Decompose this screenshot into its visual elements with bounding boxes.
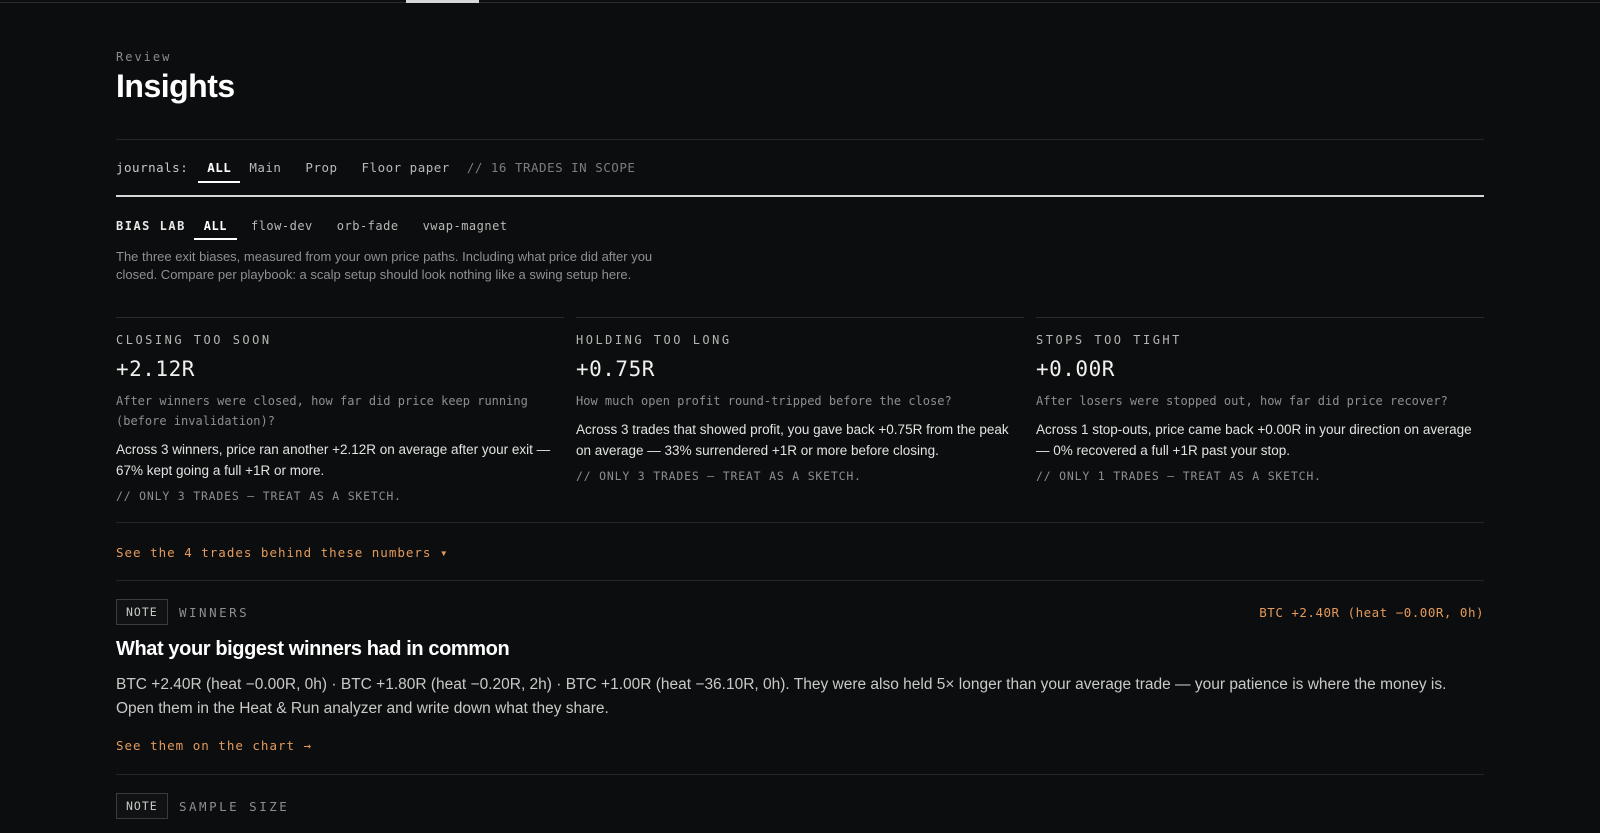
divider [116,774,1484,775]
divider [116,139,1484,140]
playbook-tab-orb-fade[interactable]: orb-fade [327,219,409,233]
section-divider [116,195,1484,197]
card-question: After winners were closed, how far did p… [116,394,528,428]
top-winner-summary: BTC +2.40R (heat −0.00R, 0h) [1259,605,1484,620]
card-value: +0.00R [1036,357,1115,381]
journal-tab-floor-paper[interactable]: Floor paper [353,160,459,175]
playbook-tab-all[interactable]: ALL [193,219,238,240]
card-note: // ONLY 1 TRADES — TREAT AS A SKETCH. [1036,469,1322,483]
card-divider [116,317,564,318]
note-tag-sample-size: SAMPLE SIZE [179,799,290,814]
card-note: // ONLY 3 TRADES — TREAT AS A SKETCH. [116,489,402,503]
card-title: HOLDING TOO LONG [576,333,732,347]
journal-filter: journals: ALL Main Prop Floor paper // 1… [116,157,636,183]
note-badge: NOTE [116,793,168,819]
bias-lab-filter: BIAS LAB ALL flow-dev orb-fade vwap-magn… [116,219,518,240]
card-divider [1036,317,1484,318]
journal-tab-all[interactable]: ALL [198,160,241,183]
journal-tab-main[interactable]: Main [240,160,290,175]
bias-lab-description: The three exit biases, measured from you… [116,249,653,282]
page-eyebrow: Review [116,50,172,64]
top-nav-rule [0,2,1600,3]
divider [116,580,1484,581]
card-question: After losers were stopped out, how far d… [1036,394,1448,408]
card-value: +2.12R [116,357,195,381]
winners-note-body: BTC +2.40R (heat −0.00R, 0h) · BTC +1.80… [116,676,1447,717]
bias-lab-label: BIAS LAB [116,219,186,233]
playbook-tab-vwap-magnet[interactable]: vwap-magnet [413,219,518,233]
see-trades-toggle[interactable]: See the 4 trades behind these numbers ▾ [116,545,449,560]
divider [116,522,1484,523]
winners-note-title: What your biggest winners had in common [116,638,510,660]
journal-tab-prop[interactable]: Prop [296,160,346,175]
trades-in-scope: // 16 TRADES IN SCOPE [466,159,636,175]
card-divider [576,317,1024,318]
card-value: +0.75R [576,357,655,381]
card-body: Across 1 stop-outs, price came back +0.0… [1036,422,1472,458]
card-body: Across 3 trades that showed profit, you … [576,422,1009,458]
card-title: STOPS TOO TIGHT [1036,333,1182,347]
journal-filter-label: journals: [116,159,189,175]
note-badge: NOTE [116,599,168,625]
card-question: How much open profit round-tripped befor… [576,394,952,408]
page-title: Insights [116,68,235,104]
see-on-chart-link[interactable]: See them on the chart → [116,738,312,753]
card-note: // ONLY 3 TRADES — TREAT AS A SKETCH. [576,469,862,483]
card-body: Across 3 winners, price ran another +2.1… [116,442,551,478]
playbook-tab-flow-dev[interactable]: flow-dev [241,219,323,233]
note-tag-winners: WINNERS [179,605,250,620]
top-nav-active-indicator [406,0,479,3]
card-title: CLOSING TOO SOON [116,333,272,347]
